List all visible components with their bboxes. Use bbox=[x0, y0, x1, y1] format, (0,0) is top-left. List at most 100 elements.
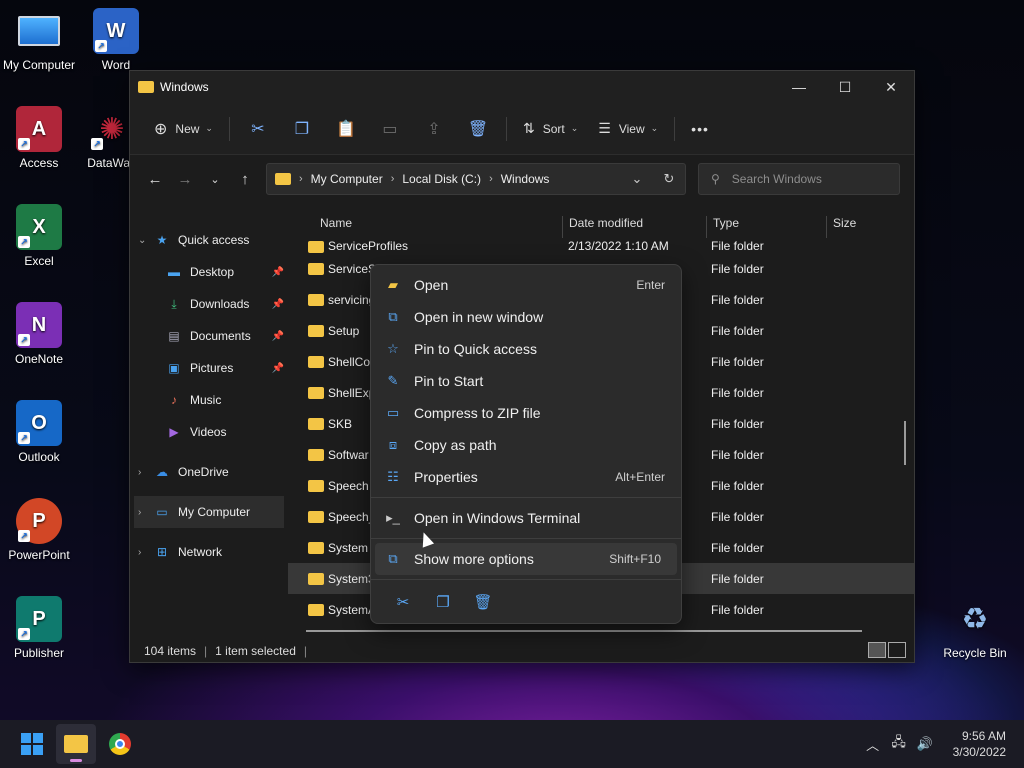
copy-path-icon: ⧈ bbox=[388, 437, 398, 452]
nav-quick-access[interactable]: ⌄ ★ Quick access bbox=[130, 224, 288, 256]
folder-icon bbox=[308, 262, 324, 275]
details-view-button[interactable] bbox=[868, 642, 886, 658]
column-header-name[interactable]: Name bbox=[314, 216, 352, 238]
menu-item-open-terminal[interactable]: ▸_ Open in Windows Terminal bbox=[371, 502, 681, 534]
file-date: 2/13/2022 1:10 AM bbox=[568, 239, 669, 253]
clock[interactable]: 9:56 AM 3/30/2022 bbox=[953, 728, 1006, 760]
context-quick-actions: ✂ ❐ 🗑 bbox=[371, 584, 681, 620]
rename-icon[interactable]: ▭ bbox=[374, 112, 406, 146]
new-label: New bbox=[175, 121, 200, 136]
up-button[interactable]: ↑ bbox=[230, 164, 260, 194]
status-bar: 104 items | 1 item selected | bbox=[130, 640, 914, 662]
address-dropdown-icon[interactable]: ⌄ bbox=[621, 171, 653, 187]
menu-item-open-new-window[interactable]: ⧉ Open in new window bbox=[371, 301, 681, 333]
desktop-icon-excel[interactable]: X ↗ Excel bbox=[0, 204, 79, 268]
navigation-pane: ⌄ ★ Quick access ▬ Desktop 📌 ⤓ Downloads… bbox=[130, 206, 288, 640]
nav-label: Network bbox=[178, 545, 223, 559]
nav-item-pictures[interactable]: ▣ Pictures 📌 bbox=[130, 352, 288, 384]
selection-count: 1 item selected bbox=[215, 644, 296, 658]
forward-button[interactable]: → bbox=[170, 164, 200, 194]
folder-icon bbox=[308, 417, 324, 430]
folder-icon bbox=[308, 355, 324, 368]
breadcrumb-local-disk[interactable]: Local Disk (C:) bbox=[402, 172, 481, 186]
desktop-icon-powerpoint[interactable]: P ↗ PowerPoint bbox=[0, 498, 79, 562]
desktop-icon-publisher[interactable]: P ↗ Publisher bbox=[0, 596, 79, 660]
chevron-up-icon[interactable]: ︿ bbox=[861, 735, 885, 754]
minimize-button[interactable]: — bbox=[776, 71, 822, 103]
zip-icon: ▭ bbox=[386, 405, 400, 420]
column-header-type[interactable]: Type bbox=[706, 216, 739, 238]
pin-icon: 📌 bbox=[271, 298, 284, 310]
menu-item-show-more-options[interactable]: ⧉ Show more options Shift+F10 bbox=[375, 543, 677, 575]
pin-icon: 📌 bbox=[271, 266, 284, 278]
title-bar[interactable]: Windows — ☐ ✕ bbox=[130, 71, 914, 103]
paste-icon[interactable]: 📋 bbox=[330, 112, 362, 146]
search-input[interactable]: ⚲ Search Windows bbox=[698, 163, 900, 195]
desktop-icon-onenote[interactable]: N ↗ OneNote bbox=[0, 302, 79, 366]
file-type: File folder bbox=[711, 447, 764, 462]
vertical-scrollbar[interactable] bbox=[904, 421, 906, 465]
view-button[interactable]: ☰ View ⌄ bbox=[588, 112, 668, 146]
chrome-taskbar-button[interactable] bbox=[100, 724, 140, 764]
share-icon[interactable]: ⇪ bbox=[418, 112, 450, 146]
nav-item-desktop[interactable]: ▬ Desktop 📌 bbox=[130, 256, 288, 288]
start-button[interactable] bbox=[12, 724, 52, 764]
tiles-view-button[interactable] bbox=[888, 642, 906, 658]
desktop-icon-recycle-bin[interactable]: ♻ Recycle Bin bbox=[935, 596, 1015, 661]
folder-icon bbox=[308, 541, 324, 554]
maximize-button[interactable]: ☐ bbox=[822, 71, 868, 103]
volume-icon[interactable]: 🔊 bbox=[913, 736, 937, 752]
sort-button[interactable]: ⇅ Sort ⌄ bbox=[513, 112, 588, 146]
chrome-icon bbox=[109, 733, 131, 755]
menu-item-properties[interactable]: ☷ Properties Alt+Enter bbox=[371, 461, 681, 493]
file-type: File folder bbox=[711, 354, 764, 369]
desktop-icon-outlook[interactable]: O ↗ Outlook bbox=[0, 400, 79, 464]
refresh-icon[interactable]: ↻ bbox=[653, 171, 685, 187]
file-type: File folder bbox=[711, 261, 764, 276]
desktop-icon-my-computer[interactable]: My Computer bbox=[0, 8, 79, 72]
cut-icon[interactable]: ✂ bbox=[242, 112, 274, 146]
close-button[interactable]: ✕ bbox=[868, 71, 914, 103]
nav-item-videos[interactable]: ▶ Videos bbox=[130, 416, 288, 448]
nav-network[interactable]: › ⊞ Network bbox=[130, 536, 288, 568]
copy-icon[interactable]: ❐ bbox=[286, 112, 318, 146]
nav-item-documents[interactable]: ▤ Documents 📌 bbox=[130, 320, 288, 352]
horizontal-scrollbar[interactable] bbox=[306, 630, 862, 632]
recent-locations-button[interactable]: ⌄ bbox=[200, 164, 230, 194]
toolbar-divider bbox=[674, 116, 676, 141]
menu-item-pin-quick-access[interactable]: ☆ Pin to Quick access bbox=[371, 333, 681, 365]
cut-icon[interactable]: ✂ bbox=[383, 593, 423, 611]
breadcrumb-windows[interactable]: Windows bbox=[501, 172, 550, 186]
more-options-button[interactable]: ••• bbox=[681, 112, 719, 146]
copy-icon[interactable]: ❐ bbox=[423, 593, 463, 611]
nav-item-downloads[interactable]: ⤓ Downloads 📌 bbox=[130, 288, 288, 320]
table-row[interactable]: ServiceProfiles 2/13/2022 1:10 AM File f… bbox=[288, 239, 914, 253]
new-button[interactable]: ⊕ New ⌄ bbox=[144, 112, 223, 146]
file-type: File folder bbox=[711, 239, 764, 253]
desktop-icon-label: Publisher bbox=[13, 646, 65, 660]
desktop-icon-word[interactable]: W ↗ Word bbox=[76, 8, 156, 72]
chevron-down-icon: ⌄ bbox=[205, 123, 213, 133]
nav-item-music[interactable]: ♪ Music bbox=[130, 384, 288, 416]
delete-icon[interactable]: 🗑 bbox=[463, 593, 503, 611]
network-icon[interactable]: 🖧 bbox=[887, 733, 911, 755]
breadcrumb-my-computer[interactable]: My Computer bbox=[311, 172, 383, 186]
file-explorer-taskbar-button[interactable] bbox=[56, 724, 96, 764]
desktop-icon-access[interactable]: A ↗ Access bbox=[0, 106, 79, 170]
nav-label: Quick access bbox=[178, 233, 250, 247]
address-bar[interactable]: › My Computer › Local Disk (C:) › Window… bbox=[266, 163, 686, 195]
folder-icon bbox=[308, 386, 324, 399]
menu-item-compress-zip[interactable]: ▭ Compress to ZIP file bbox=[371, 397, 681, 429]
item-count: 104 items bbox=[144, 644, 197, 658]
nav-onedrive[interactable]: › ☁ OneDrive bbox=[130, 456, 288, 488]
menu-item-pin-start[interactable]: ✎ Pin to Start bbox=[371, 365, 681, 397]
recycle-bin-icon: ♻ bbox=[961, 602, 989, 636]
menu-item-open[interactable]: ▰ Open Enter bbox=[371, 269, 681, 301]
menu-item-copy-path[interactable]: ⧈ Copy as path bbox=[371, 429, 681, 461]
nav-my-computer[interactable]: › ▭ My Computer bbox=[134, 496, 284, 528]
column-header-size[interactable]: Size bbox=[826, 216, 856, 238]
delete-icon[interactable]: 🗑 bbox=[462, 112, 494, 146]
back-button[interactable]: ← bbox=[140, 164, 170, 194]
nav-label: Downloads bbox=[190, 297, 250, 311]
column-header-date-modified[interactable]: Date modified bbox=[562, 216, 643, 238]
